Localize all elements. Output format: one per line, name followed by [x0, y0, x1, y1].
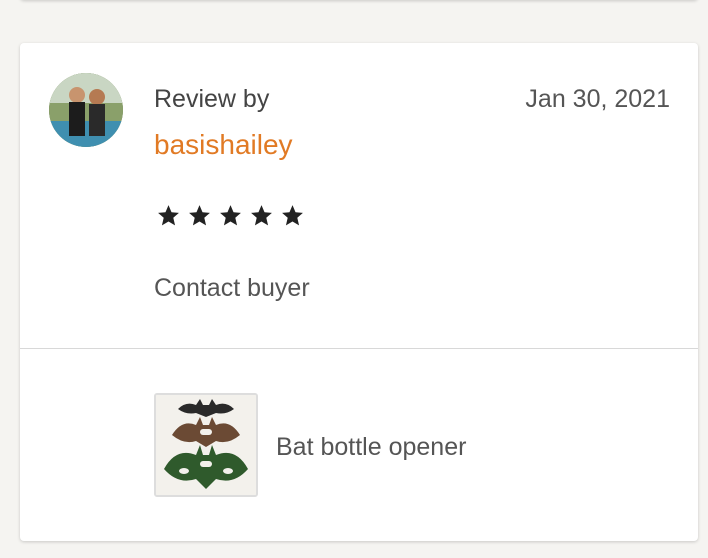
- divider: [20, 348, 698, 349]
- star-icon: [251, 205, 272, 226]
- product-thumbnail[interactable]: [154, 393, 258, 497]
- review-card: Review by Jan 30, 2021 basishailey Conta…: [20, 43, 698, 541]
- reviewer-username-link[interactable]: basishailey: [154, 129, 293, 161]
- star-rating: [156, 203, 305, 228]
- review-date: Jan 30, 2021: [525, 85, 670, 113]
- star-icon: [282, 205, 303, 226]
- avatar[interactable]: [49, 73, 123, 147]
- product-name-link[interactable]: Bat bottle opener: [276, 433, 466, 462]
- star-icon: [158, 205, 179, 226]
- review-by-label: Review by: [154, 85, 270, 113]
- star-icon: [220, 205, 241, 226]
- contact-buyer-link[interactable]: Contact buyer: [154, 274, 310, 303]
- star-icon: [189, 205, 210, 226]
